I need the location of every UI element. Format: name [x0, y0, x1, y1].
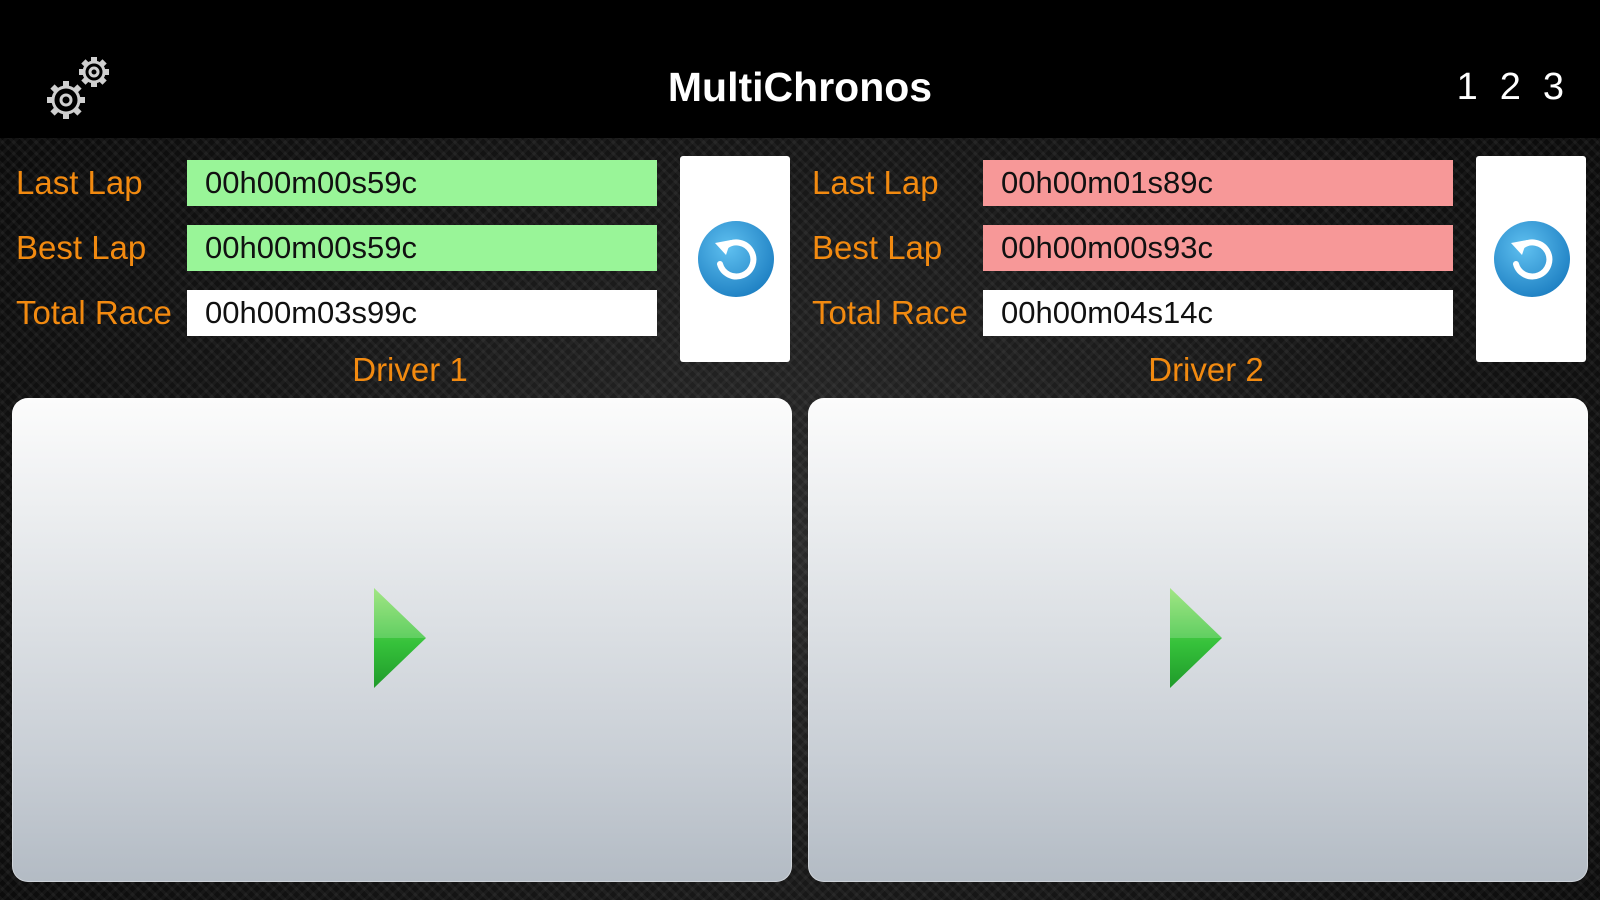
lap-start-button[interactable] [12, 398, 792, 882]
best-lap-row: Best Lap 00h00m00s59c [12, 225, 662, 271]
driver-2-panel: Last Lap 00h00m01s89c Best Lap 00h00m00s… [808, 156, 1600, 886]
page-3-button[interactable]: 3 [1543, 66, 1564, 109]
reset-button[interactable] [1476, 156, 1586, 362]
play-icon [374, 588, 426, 688]
page-1-button[interactable]: 1 [1457, 66, 1478, 109]
total-race-label: Total Race [812, 294, 968, 331]
best-lap-value: 00h00m00s93c [983, 225, 1453, 271]
lap-start-button[interactable] [808, 398, 1588, 882]
page-2-button[interactable]: 2 [1500, 66, 1521, 109]
last-lap-row: Last Lap 00h00m00s59c [12, 160, 662, 206]
page-selector: 1 2 3 [1457, 66, 1564, 109]
total-race-row: Total Race 00h00m04s14c [808, 290, 1458, 336]
last-lap-value: 00h00m00s59c [187, 160, 657, 206]
reset-icon [1494, 221, 1570, 297]
total-race-value: 00h00m04s14c [983, 290, 1453, 336]
total-race-row: Total Race 00h00m03s99c [12, 290, 662, 336]
driver-name: Driver 2 [1148, 351, 1264, 388]
best-lap-value: 00h00m00s59c [187, 225, 657, 271]
best-lap-label: Best Lap [812, 229, 943, 266]
best-lap-row: Best Lap 00h00m00s93c [808, 225, 1458, 271]
play-icon [1170, 588, 1222, 688]
last-lap-label: Last Lap [16, 164, 143, 201]
best-lap-label: Best Lap [16, 229, 147, 266]
last-lap-value: 00h00m01s89c [983, 160, 1453, 206]
last-lap-row: Last Lap 00h00m01s89c [808, 160, 1458, 206]
reset-button[interactable] [680, 156, 790, 362]
top-bar: MultiChronos 1 2 3 [0, 0, 1600, 138]
last-lap-label: Last Lap [812, 164, 939, 201]
total-race-label: Total Race [16, 294, 172, 331]
total-race-value: 00h00m03s99c [187, 290, 657, 336]
driver-name: Driver 1 [352, 351, 468, 388]
reset-icon [698, 221, 774, 297]
driver-1-panel: Last Lap 00h00m00s59c Best Lap 00h00m00s… [12, 156, 808, 886]
app-title: MultiChronos [667, 64, 933, 110]
app-root: MultiChronos 1 2 3 Last Lap 00h00m00s59c… [0, 0, 1600, 900]
